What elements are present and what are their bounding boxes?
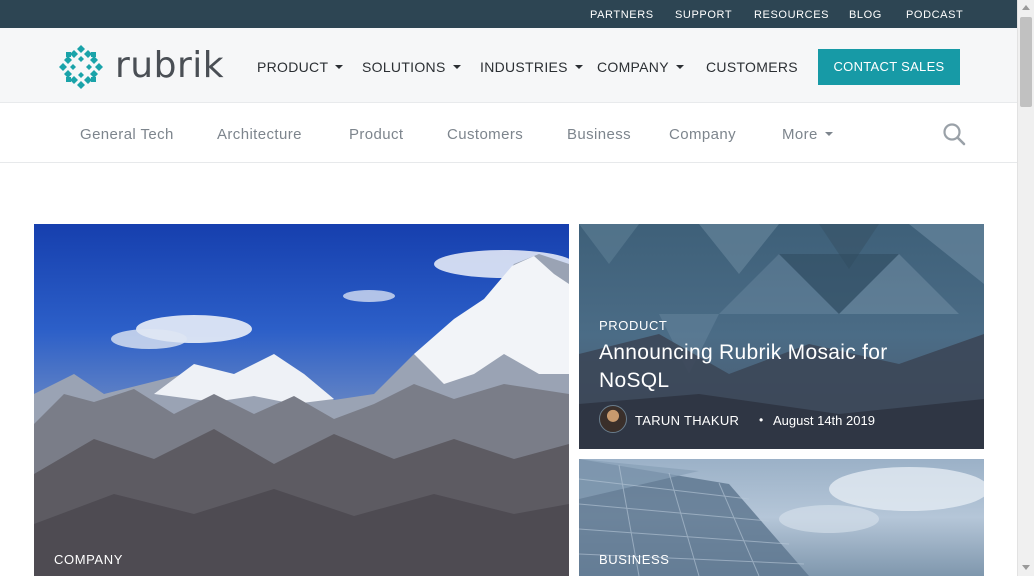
author-avatar (599, 405, 627, 433)
post-category[interactable]: PRODUCT (599, 318, 667, 333)
nav-item-product[interactable]: PRODUCT (257, 59, 344, 75)
chevron-down-icon (452, 65, 461, 69)
contact-sales-button[interactable]: CONTACT SALES (818, 49, 960, 85)
scroll-up-arrow-icon[interactable] (1022, 5, 1030, 10)
nav-item-solutions[interactable]: SOLUTIONS (362, 59, 461, 75)
post-card-product[interactable]: PRODUCT Announcing Rubrik Mosaic for NoS… (579, 224, 984, 449)
nav-item-label: COMPANY (597, 59, 669, 75)
nav-item-label: SOLUTIONS (362, 59, 446, 75)
utility-link-blog[interactable]: BLOG (849, 9, 882, 21)
chevron-down-icon (675, 65, 684, 69)
search-icon[interactable] (942, 122, 966, 146)
scroll-down-arrow-icon[interactable] (1022, 565, 1030, 570)
category-product[interactable]: Product (349, 126, 404, 143)
category-architecture[interactable]: Architecture (217, 126, 302, 143)
post-category[interactable]: COMPANY (54, 552, 123, 567)
meta-separator: • (759, 413, 764, 427)
post-date: August 14th 2019 (773, 413, 875, 428)
main-header: rubrik PRODUCT SOLUTIONS INDUSTRIES COMP… (0, 28, 1017, 103)
category-company[interactable]: Company (669, 126, 736, 143)
chevron-down-icon (824, 132, 833, 136)
post-title[interactable]: Announcing Rubrik Mosaic for NoSQL (599, 339, 939, 395)
chevron-down-icon (574, 65, 583, 69)
nav-item-industries[interactable]: INDUSTRIES (480, 59, 583, 75)
category-bar: General Tech Architecture Product Custom… (0, 103, 1017, 163)
nav-item-customers[interactable]: CUSTOMERS (706, 59, 798, 75)
author-name[interactable]: TARUN THAKUR (635, 413, 739, 428)
nav-item-label: PRODUCT (257, 59, 329, 75)
category-general-tech[interactable]: General Tech (80, 126, 174, 143)
featured-post-card[interactable]: COMPANY (34, 224, 569, 576)
rubrik-logo[interactable]: rubrik (58, 44, 224, 89)
page-scrollbar[interactable] (1017, 0, 1034, 576)
nav-item-label: CUSTOMERS (706, 59, 798, 75)
chevron-down-icon (335, 65, 344, 69)
utility-link-resources[interactable]: RESOURCES (754, 9, 829, 21)
scrollbar-thumb[interactable] (1020, 17, 1032, 107)
logo-wordmark: rubrik (115, 45, 225, 86)
nav-item-company[interactable]: COMPANY (597, 59, 684, 75)
post-card-business[interactable]: BUSINESS (579, 459, 984, 576)
category-business[interactable]: Business (567, 126, 631, 143)
post-category[interactable]: BUSINESS (599, 552, 670, 567)
utility-link-partners[interactable]: PARTNERS (590, 9, 654, 21)
category-more-dropdown[interactable]: More (782, 126, 833, 143)
rubrik-logo-icon (59, 45, 103, 89)
more-label: More (782, 126, 818, 143)
mountain-image (34, 250, 569, 576)
nav-item-label: INDUSTRIES (480, 59, 568, 75)
utility-bar: PARTNERS SUPPORT RESOURCES BLOG PODCAST (0, 0, 1017, 28)
utility-link-support[interactable]: SUPPORT (675, 9, 732, 21)
category-customers[interactable]: Customers (447, 126, 523, 143)
utility-link-podcast[interactable]: PODCAST (906, 9, 963, 21)
